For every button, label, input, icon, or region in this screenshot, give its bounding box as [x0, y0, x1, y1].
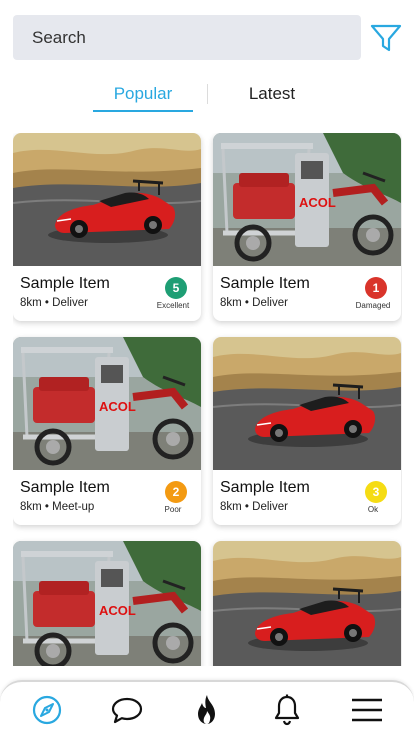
- item-subtitle: 8km • Meet-up: [20, 501, 95, 513]
- item-card[interactable]: Sample Item 8km • Deliver 3 Ok: [213, 337, 401, 525]
- svg-text:ACOL: ACOL: [99, 603, 136, 618]
- item-image: [13, 133, 201, 266]
- item-card[interactable]: Sample Item 8km • Deliver 5 Excellent: [13, 133, 201, 321]
- car-photo: [213, 337, 401, 470]
- menu-icon: [352, 698, 382, 722]
- nav-menu[interactable]: [349, 692, 385, 728]
- condition-badge: 5: [165, 277, 187, 299]
- item-image: ACOL: [13, 541, 201, 666]
- chat-bubble-icon: [111, 697, 143, 724]
- condition-label: Ok: [367, 505, 379, 514]
- flame-icon: [198, 695, 215, 724]
- condition-badge: 2: [165, 481, 187, 503]
- item-card[interactable]: ACOL Sample Item 8km • Meet-up 2 Poor: [13, 337, 201, 525]
- item-image: [213, 337, 401, 470]
- nav-trending[interactable]: [189, 692, 225, 728]
- tricycle-photo: ACOL: [213, 133, 401, 266]
- compass-icon: [32, 695, 62, 725]
- tab-bar: Popular Latest: [0, 80, 414, 114]
- item-title: Sample Item: [220, 275, 310, 292]
- item-card[interactable]: [213, 541, 401, 666]
- item-subtitle: 8km • Deliver: [220, 501, 288, 513]
- tricycle-photo: ACOL: [13, 337, 201, 470]
- tab-divider: [207, 84, 208, 104]
- nav-messages[interactable]: [109, 692, 145, 728]
- filter-icon: [370, 24, 402, 52]
- svg-text:ACOL: ACOL: [299, 195, 336, 210]
- item-card[interactable]: ACOL: [13, 541, 201, 666]
- item-grid: Sample Item 8km • Deliver 5 Excellent AC…: [13, 133, 402, 666]
- search-input[interactable]: [13, 15, 361, 60]
- item-image: ACOL: [213, 133, 401, 266]
- item-image: [213, 541, 401, 666]
- nav-explore[interactable]: [29, 692, 65, 728]
- filter-button[interactable]: [370, 22, 402, 54]
- condition-label: Poor: [164, 505, 182, 514]
- car-photo: [213, 541, 401, 666]
- condition-badge: 1: [365, 277, 387, 299]
- item-title: Sample Item: [20, 275, 110, 292]
- bell-icon: [274, 694, 300, 726]
- item-title: Sample Item: [20, 479, 110, 496]
- item-subtitle: 8km • Deliver: [20, 297, 88, 309]
- item-image: ACOL: [13, 337, 201, 470]
- nav-notifications[interactable]: [269, 692, 305, 728]
- item-card[interactable]: ACOL Sample Item 8km • Deliver 1 Damaged: [213, 133, 401, 321]
- condition-label: Excellent: [156, 301, 190, 310]
- tricycle-photo: ACOL: [13, 541, 201, 666]
- condition-label: Damaged: [355, 301, 391, 310]
- tab-latest[interactable]: Latest: [222, 80, 322, 112]
- search-bar: [13, 15, 403, 60]
- car-photo: [13, 133, 201, 266]
- item-subtitle: 8km • Deliver: [220, 297, 288, 309]
- tab-popular[interactable]: Popular: [93, 80, 193, 112]
- bottom-nav: [0, 680, 414, 736]
- condition-badge: 3: [365, 481, 387, 503]
- item-title: Sample Item: [220, 479, 310, 496]
- svg-text:ACOL: ACOL: [99, 399, 136, 414]
